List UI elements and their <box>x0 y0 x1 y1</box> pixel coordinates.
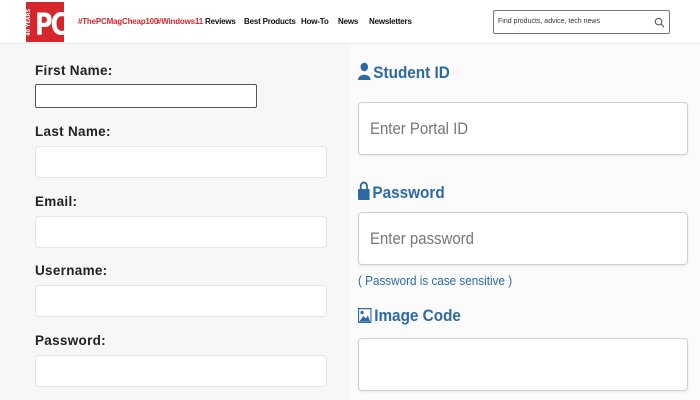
nav-link-windows11[interactable]: #Windows11 <box>157 17 203 27</box>
last-name-field[interactable] <box>35 146 327 178</box>
student-id-placeholder: Enter Portal ID <box>370 119 469 138</box>
user-icon <box>358 62 371 80</box>
password-placeholder: Enter password <box>370 229 474 248</box>
password-case-note: ( Password is case sensitive ) <box>358 273 513 288</box>
nav-link-newsletters[interactable]: Newsletters <box>369 17 412 27</box>
nav-link-how-to[interactable]: How-To <box>301 17 329 27</box>
lock-icon <box>358 181 370 200</box>
username-field[interactable] <box>35 285 327 317</box>
site-header: 40 YEARS PC #ThePCMagCheap100 #Windows11… <box>0 0 700 44</box>
last-name-label: Last Name: <box>35 124 111 139</box>
pcmag-logo[interactable]: 40 YEARS PC <box>26 2 68 42</box>
search-input[interactable]: Find products, advice, tech news <box>493 10 670 34</box>
nav-link-news[interactable]: News <box>338 17 358 27</box>
search-placeholder: Find products, advice, tech news <box>498 18 600 25</box>
nav-link-reviews[interactable]: Reviews <box>205 17 236 27</box>
student-id-field[interactable]: Enter Portal ID <box>358 102 688 155</box>
student-id-heading: Student ID <box>358 62 450 83</box>
first-name-label: First Name: <box>35 63 113 78</box>
login-password-field[interactable]: Enter password <box>358 212 688 265</box>
email-field[interactable] <box>35 216 327 248</box>
password-label: Password: <box>35 333 106 348</box>
username-label: Username: <box>35 263 108 278</box>
password-heading-label: Password <box>372 183 445 202</box>
nav-link-best-products[interactable]: Best Products <box>244 17 296 27</box>
signup-form: First Name: Last Name: Email: Username: … <box>0 44 350 400</box>
password-heading: Password <box>358 181 445 203</box>
login-form: Student ID Enter Portal ID Password Ente… <box>350 44 700 400</box>
image-code-field[interactable] <box>358 338 688 391</box>
search-icon[interactable] <box>654 17 665 28</box>
logo-years-text: 40 YEARS <box>26 8 32 36</box>
image-code-label: Image Code <box>374 306 461 325</box>
nav-link-cheap100[interactable]: #ThePCMagCheap100 <box>78 17 158 27</box>
email-label: Email: <box>35 194 78 209</box>
image-code-heading: Image Code <box>357 306 461 326</box>
password-field[interactable] <box>35 355 327 387</box>
first-name-field[interactable] <box>35 84 257 108</box>
student-id-label: Student ID <box>373 63 450 82</box>
logo-pc-text: PC <box>35 7 68 42</box>
image-icon <box>357 307 372 324</box>
